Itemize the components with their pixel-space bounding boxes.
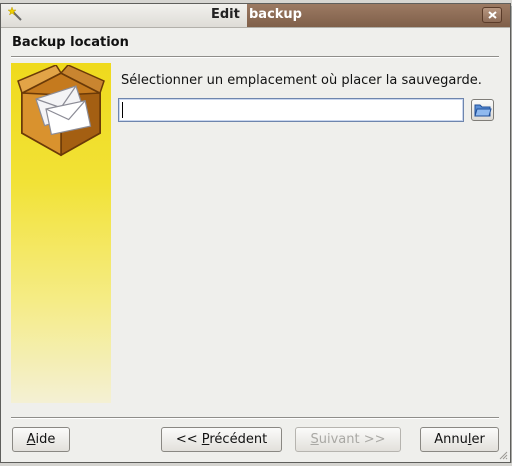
side-banner (11, 63, 111, 403)
instruction-text: Sélectionner un emplacement où placer la… (121, 73, 482, 88)
close-icon (488, 11, 497, 19)
previous-label-post: récédent (209, 432, 268, 447)
next-button[interactable]: Suivant >> (295, 427, 401, 452)
window-title-highlight: backup (249, 7, 302, 22)
help-mnemonic: A (26, 432, 36, 447)
next-label-post: uivant >> (318, 432, 386, 447)
help-label-post: ide (35, 432, 56, 447)
header-separator (11, 56, 499, 58)
browse-folder-button[interactable] (471, 99, 494, 121)
page-title: Backup location (12, 35, 129, 50)
footer-separator (11, 417, 499, 419)
cancel-label-pre: Annu (434, 432, 468, 447)
cancel-label-post: er (471, 432, 485, 447)
window-title-prefix: Edit (211, 7, 240, 22)
wand-icon (8, 6, 22, 21)
resize-grip-icon[interactable] (498, 450, 508, 460)
backup-location-input[interactable] (118, 98, 464, 122)
title-bar[interactable]: Edit backup (1, 4, 510, 28)
next-mnemonic: S (310, 432, 319, 447)
text-caret (122, 102, 123, 118)
previous-button[interactable]: << Précédent (161, 427, 282, 452)
edit-backup-dialog: Edit backup Backup location Sélectionner… (0, 3, 511, 463)
help-button[interactable]: Aide (12, 427, 70, 452)
close-button[interactable] (482, 7, 502, 23)
previous-label-pre: << (175, 432, 202, 447)
folder-open-icon (474, 104, 492, 117)
cancel-button[interactable]: Annuler (420, 427, 499, 452)
box-envelope-icon (17, 65, 105, 157)
